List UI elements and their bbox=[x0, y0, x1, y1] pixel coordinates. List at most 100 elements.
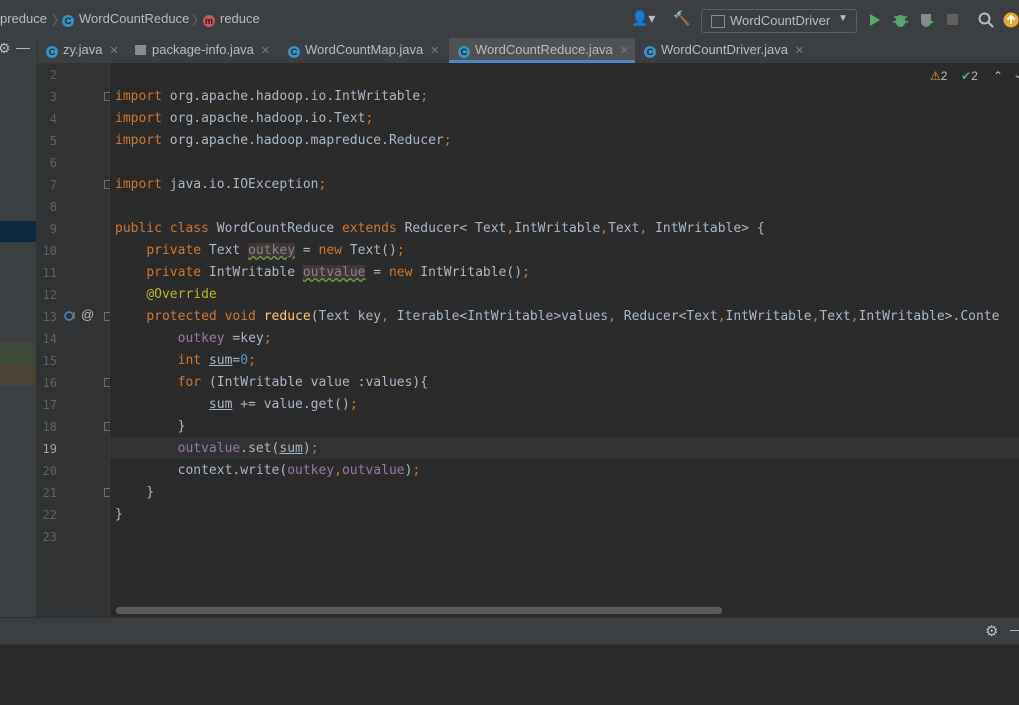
tab-label: WordCountDriver.java bbox=[661, 42, 788, 57]
class-icon: C bbox=[458, 46, 470, 58]
warnings-count: 2 bbox=[940, 69, 948, 83]
line-number: 23 bbox=[42, 530, 57, 544]
build-hammer-icon[interactable]: 🔨 bbox=[673, 10, 690, 27]
close-icon[interactable]: ✕ bbox=[261, 45, 270, 57]
line-number: 22 bbox=[42, 508, 57, 522]
line-number-gutter: 2 3 4 5 6 7 8 9 10 11 12 13 14 15 16 17 … bbox=[37, 63, 113, 617]
tree-row-highlight[interactable] bbox=[0, 343, 36, 364]
code-line: sum += value.get(); bbox=[208, 397, 358, 412]
code-line: import org.apache.hadoop.mapreduce.Reduc… bbox=[115, 133, 452, 148]
line-number: 15 bbox=[42, 354, 57, 368]
code-line: import org.apache.hadoop.io.Text; bbox=[115, 111, 374, 126]
warnings-indicator[interactable]: ⚠2 bbox=[930, 69, 947, 83]
configuration-icon bbox=[711, 15, 725, 28]
tab-label: zy.java bbox=[63, 42, 103, 57]
line-number: 13 bbox=[42, 310, 57, 324]
code-line: protected void reduce(Text key, Iterable… bbox=[146, 309, 1000, 324]
code-line: outkey =key; bbox=[177, 331, 272, 346]
breadcrumb-class[interactable]: C WordCountReduce bbox=[62, 11, 189, 27]
line-number: 4 bbox=[49, 112, 57, 126]
line-number: 12 bbox=[42, 288, 57, 302]
tab-wordcountdriver-java[interactable]: C WordCountDriver.java ✕ bbox=[644, 38, 804, 63]
selected-tree-row[interactable] bbox=[0, 221, 36, 242]
code-line: int sum=0; bbox=[177, 353, 256, 368]
line-number: 11 bbox=[42, 266, 57, 280]
line-number: 9 bbox=[49, 222, 57, 236]
code-line: import java.io.IOException; bbox=[115, 177, 327, 192]
tab-package-info-java[interactable]: package-info.java ✕ bbox=[135, 38, 270, 63]
class-icon: C bbox=[288, 46, 300, 58]
close-icon[interactable]: ✕ bbox=[110, 45, 119, 57]
run-configuration-label: WordCountDriver bbox=[730, 13, 831, 28]
code-line: } bbox=[115, 419, 186, 434]
code-line: private IntWritable outvalue = new IntWr… bbox=[146, 265, 530, 280]
tree-row-highlight[interactable] bbox=[0, 364, 36, 385]
line-number: 3 bbox=[49, 90, 57, 104]
code-line: private Text outkey = new Text(); bbox=[146, 243, 405, 258]
project-tool-window[interactable] bbox=[0, 63, 37, 617]
class-icon: C bbox=[644, 46, 656, 58]
minimize-icon[interactable]: — bbox=[1010, 621, 1019, 637]
warning-icon: ⚠ bbox=[930, 69, 941, 83]
line-number: 16 bbox=[42, 376, 57, 390]
bottom-tool-window: ⚙ — bbox=[0, 617, 1019, 705]
override-method-icon[interactable] bbox=[64, 310, 76, 322]
line-number: 21 bbox=[42, 486, 57, 500]
code-line: public class WordCountReduce extends Red… bbox=[115, 221, 765, 236]
user-account-icon[interactable]: 👤▾ bbox=[631, 10, 655, 27]
code-line: } bbox=[115, 485, 155, 500]
editor-tab-bar: ⚙ — Czy.java ✕ package-info.java ✕ C WordCo… bbox=[0, 38, 1019, 64]
method-icon: m bbox=[203, 15, 215, 27]
package-icon bbox=[135, 45, 146, 55]
code-line: } bbox=[115, 507, 123, 522]
tab-zy-java[interactable]: Czy.java ✕ bbox=[46, 38, 119, 63]
line-number: 10 bbox=[42, 244, 57, 258]
line-number: 20 bbox=[42, 464, 57, 478]
tab-wordcountmap-java[interactable]: C WordCountMap.java ✕ bbox=[288, 38, 439, 63]
code-line: @Override bbox=[146, 287, 217, 302]
tab-label: WordCountMap.java bbox=[305, 42, 424, 57]
run-configuration-select[interactable]: WordCountDriver ▼ bbox=[701, 9, 857, 33]
line-number: 2 bbox=[49, 68, 57, 82]
chevron-down-icon: ▼ bbox=[838, 13, 848, 24]
gear-icon[interactable]: ⚙ bbox=[985, 622, 998, 640]
class-icon: C bbox=[62, 15, 74, 27]
tab-label: WordCountReduce.java bbox=[475, 42, 613, 57]
code-editor[interactable]: ⚠2 ✔2 ⌃ ⌄ import org.apache.hadoop.io.In… bbox=[110, 63, 1019, 617]
tab-wordcountreduce-java[interactable]: C WordCountReduce.java ✕ bbox=[449, 38, 635, 63]
breadcrumb-method[interactable]: m reduce bbox=[203, 11, 260, 27]
debug-icon[interactable] bbox=[893, 12, 908, 28]
project-panel-header: ⚙ — bbox=[0, 38, 38, 63]
line-number-current: 19 bbox=[42, 442, 57, 456]
ok-indicator[interactable]: ✔2 bbox=[961, 69, 978, 83]
run-icon[interactable] bbox=[869, 13, 881, 27]
breadcrumb-package[interactable]: preduce bbox=[0, 11, 47, 26]
line-number: 17 bbox=[42, 398, 57, 412]
stop-icon[interactable] bbox=[946, 13, 959, 26]
annotation-icon[interactable]: @ bbox=[81, 307, 94, 322]
line-number: 6 bbox=[49, 156, 57, 170]
tool-window-header: ⚙ — bbox=[0, 618, 1019, 645]
line-number: 18 bbox=[42, 420, 57, 434]
breadcrumb-method-label: reduce bbox=[220, 11, 260, 26]
class-icon: C bbox=[46, 46, 58, 58]
coverage-icon[interactable] bbox=[919, 12, 935, 28]
close-icon[interactable]: ✕ bbox=[430, 45, 439, 57]
settings-icon[interactable]: ⚙ bbox=[0, 40, 11, 57]
breadcrumb-class-label: WordCountReduce bbox=[79, 11, 190, 26]
line-number: 8 bbox=[49, 200, 57, 214]
previous-highlight-icon[interactable]: ⌃ bbox=[993, 69, 1003, 83]
next-highlight-icon[interactable]: ⌄ bbox=[1013, 67, 1019, 81]
line-number: 5 bbox=[49, 134, 57, 148]
minimize-icon[interactable]: — bbox=[16, 39, 30, 55]
line-number: 7 bbox=[49, 178, 57, 192]
horizontal-scrollbar[interactable] bbox=[116, 607, 722, 614]
code-line: for (IntWritable value :values){ bbox=[177, 375, 429, 390]
update-icon[interactable] bbox=[1003, 12, 1019, 28]
line-number: 14 bbox=[42, 332, 57, 346]
close-icon[interactable]: ✕ bbox=[620, 45, 629, 57]
code-line: context.write(outkey,outvalue); bbox=[115, 463, 421, 478]
close-icon[interactable]: ✕ bbox=[795, 45, 804, 57]
tab-label: package-info.java bbox=[152, 42, 254, 57]
search-icon[interactable] bbox=[978, 12, 994, 28]
